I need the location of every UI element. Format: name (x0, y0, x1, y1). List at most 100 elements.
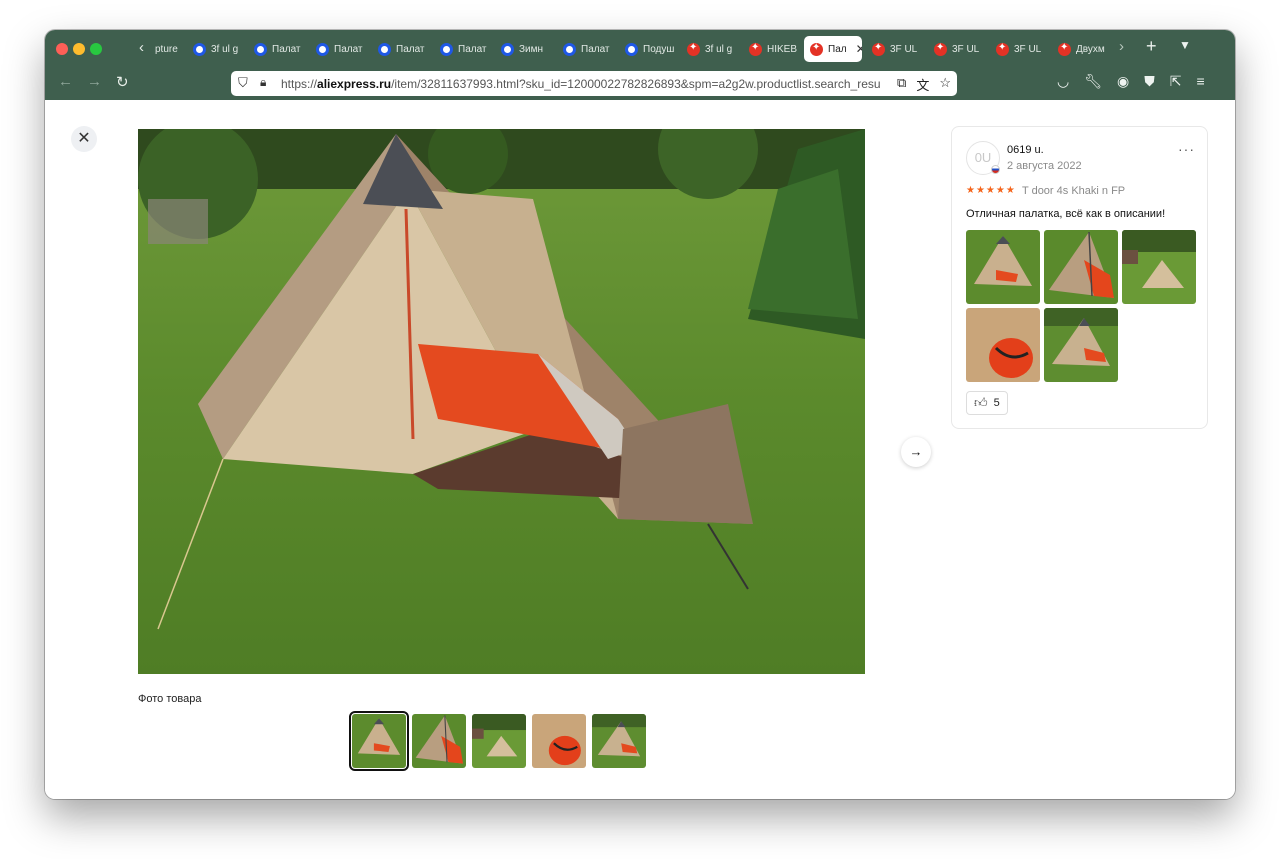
tab-label: Зимн (519, 43, 544, 55)
zoom-window-button[interactable] (90, 43, 102, 55)
aliexpress-icon (872, 42, 885, 56)
tab-label: 3f ul g (211, 43, 239, 55)
review-photo-thumbnail[interactable] (1044, 308, 1118, 382)
share-icon[interactable]: ⇱ (1170, 73, 1182, 90)
tracking-shield-icon[interactable]: ⛉ (238, 75, 248, 91)
thumbnail-strip (349, 711, 646, 771)
tab-label: Палат (396, 43, 425, 55)
extension-shield-icon[interactable]: ⛊ (1144, 73, 1155, 90)
account-icon[interactable]: ◉ (1117, 73, 1129, 90)
review-photo-thumbnail[interactable] (966, 308, 1040, 382)
aliexpress-icon (996, 42, 1009, 56)
like-button[interactable]: 👍︎ 5 (966, 391, 1008, 415)
rating-stars: ★★★★★ (966, 185, 1016, 196)
ozon-icon (378, 42, 391, 56)
url-bar-actions: ⧉ 文 ☆ (897, 75, 951, 94)
toolbar-icons: ◡ 🔧︎ ◉ ⛊ ⇱ ≡ (1057, 73, 1205, 90)
tab-label: 3f ul g (705, 43, 733, 55)
browser-tab[interactable]: Зимн (495, 36, 553, 62)
translate-icon[interactable]: 文 (916, 75, 929, 94)
lock-icon[interactable]: 🔒︎ (260, 75, 266, 90)
browser-tab[interactable]: 3F UL (866, 36, 924, 62)
wrench-icon[interactable]: 🔧︎ (1084, 73, 1102, 90)
url-text[interactable]: https://aliexpress.ru/item/32811637993.h… (281, 77, 881, 91)
review-date: 2 августа 2022 (1007, 160, 1082, 172)
browser-tab[interactable]: Двухм (1052, 36, 1110, 62)
gallery-thumbnail[interactable] (532, 714, 586, 768)
review-photos (966, 230, 1198, 382)
browser-tab[interactable]: HIKEB (743, 36, 801, 62)
like-count: 5 (993, 397, 1000, 409)
picture-in-picture-icon[interactable]: ⧉ (897, 75, 906, 94)
ozon-icon (316, 42, 329, 56)
browser-tab[interactable]: Подуш (619, 36, 677, 62)
browser-tab[interactable]: 3f ul g (187, 36, 245, 62)
ozon-icon (501, 42, 514, 56)
thumbs-up-icon: 👍︎ (974, 395, 988, 410)
navigation-bar: ← → ↻ ⛉ 🔒︎ https://aliexpress.ru/item/32… (45, 67, 1235, 100)
tab-label: 3F UL (890, 43, 918, 55)
ozon-icon (193, 42, 206, 56)
gallery-thumbnail[interactable] (592, 714, 646, 768)
address-bar[interactable]: ⛉ 🔒︎ https://aliexpress.ru/item/32811637… (231, 71, 957, 96)
pocket-icon[interactable]: ◡ (1057, 73, 1069, 90)
reload-icon[interactable]: ↻ (116, 73, 129, 91)
browser-tab[interactable]: Палат (372, 36, 430, 62)
tab-label: 3F UL (1014, 43, 1042, 55)
aliexpress-icon (810, 42, 823, 56)
forward-arrow-icon[interactable]: → (87, 73, 102, 90)
gallery-thumbnail[interactable] (412, 714, 466, 768)
product-variant: T door 4s Khaki n FP (1022, 185, 1126, 197)
aliexpress-icon (687, 42, 700, 56)
review-photo-thumbnail[interactable] (1122, 230, 1196, 304)
gallery-thumbnail[interactable] (472, 714, 526, 768)
menu-icon[interactable]: ≡ (1196, 73, 1204, 90)
tab-list-chevron-down-icon[interactable]: ▼ (1179, 38, 1191, 52)
close-gallery-button[interactable]: ✕ (71, 126, 97, 152)
browser-tab[interactable]: Палат (310, 36, 368, 62)
browser-tab[interactable]: 3F UL (990, 36, 1048, 62)
browser-tab[interactable]: Палат (434, 36, 492, 62)
russia-flag-icon (991, 165, 1000, 174)
tent-photo-image (138, 129, 865, 674)
aliexpress-icon (934, 42, 947, 56)
aliexpress-icon (749, 42, 762, 56)
tab-label: Палат (458, 43, 487, 55)
photo-caption: Фото товара (138, 693, 202, 705)
review-card: 0U 0619 u. 2 августа 2022 ··· ★★★★★ T do… (951, 126, 1208, 429)
browser-tab[interactable]: pture (149, 36, 181, 62)
chevron-right-icon[interactable]: › (1119, 38, 1124, 55)
tab-label: Пал (828, 43, 847, 55)
close-tab-icon[interactable]: ✕ (856, 42, 862, 56)
tab-label: Палат (272, 43, 301, 55)
browser-tab[interactable]: 3F UL (928, 36, 986, 62)
browser-tab[interactable]: 3f ul g (681, 36, 739, 62)
gallery-thumbnail[interactable] (349, 711, 409, 771)
ozon-icon (254, 42, 267, 56)
aliexpress-icon (1058, 42, 1071, 56)
close-window-button[interactable] (56, 43, 68, 55)
browser-tab[interactable]: Палат (248, 36, 306, 62)
ozon-icon (440, 42, 453, 56)
url-path: /item/32811637993.html?sku_id=1200002278… (391, 77, 881, 91)
reviewer-name: 0619 u. (1007, 144, 1044, 156)
main-product-photo (138, 129, 865, 674)
new-tab-button[interactable]: + (1146, 36, 1157, 57)
bookmark-star-icon[interactable]: ☆ (939, 75, 951, 94)
review-photo-thumbnail[interactable] (1044, 230, 1118, 304)
tab-bar: ‹ pture 3f ul g Палат Палат Палат Палат Зимн Па… (45, 30, 1235, 67)
ozon-icon (563, 42, 576, 56)
page-content: ✕ → Фото товара 0U 0619 u. 2 августа 202… (45, 100, 1235, 799)
url-domain: aliexpress.ru (317, 77, 392, 91)
back-arrow-icon[interactable]: ← (58, 73, 73, 90)
review-photo-thumbnail[interactable] (966, 230, 1040, 304)
tab-label: Двухм (1076, 43, 1105, 55)
browser-tab[interactable]: Палат (557, 36, 615, 62)
minimize-window-button[interactable] (73, 43, 85, 55)
more-options-icon[interactable]: ··· (1178, 141, 1195, 157)
next-photo-button[interactable]: → (901, 437, 931, 467)
tab-label: Подуш (643, 43, 675, 55)
review-text: Отличная палатка, всё как в описании! (966, 208, 1166, 220)
browser-tab[interactable]: Пал ✕ (804, 36, 862, 62)
chevron-left-icon[interactable]: ‹ (139, 39, 144, 56)
